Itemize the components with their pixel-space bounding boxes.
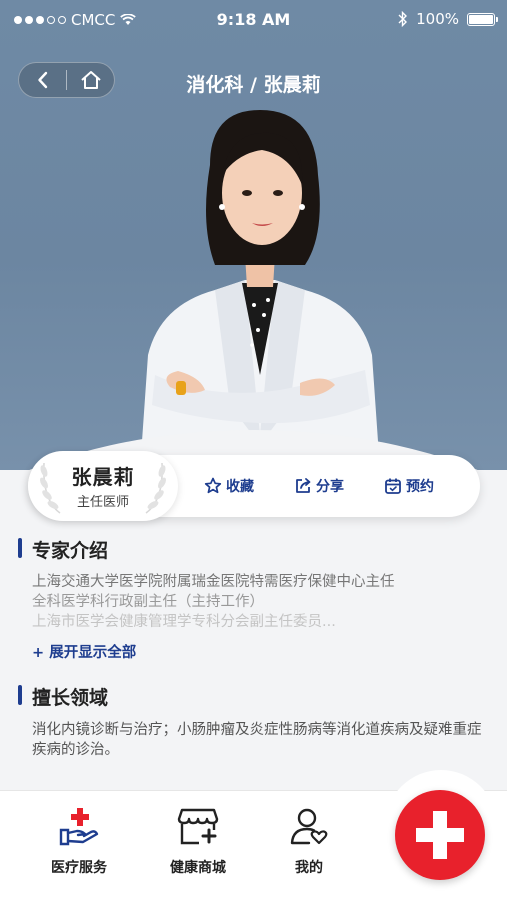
battery-icon bbox=[467, 12, 498, 26]
expand-all-link[interactable]: + 展开显示全部 bbox=[32, 641, 136, 662]
specialty-text: 消化内镜诊断与治疗；小肠肿瘤及炎症性肠病等消化道疾病及疑难重症疾病的诊治。 bbox=[32, 722, 482, 758]
medical-cross-icon bbox=[416, 811, 464, 859]
share-icon bbox=[296, 478, 311, 493]
intro-line: 全科医学科行政副主任（主持工作） bbox=[32, 594, 264, 610]
favorite-button[interactable]: 收藏 bbox=[204, 476, 254, 496]
tab-label: 我的 bbox=[295, 860, 323, 876]
battery-percent: 100% bbox=[416, 10, 459, 28]
page-title: 消化科 / 张晨莉 bbox=[186, 74, 321, 96]
intro-line: 上海市医学会健康管理学专科分会副主任委员... bbox=[32, 614, 336, 630]
specialty-heading: 擅长领域 bbox=[18, 683, 108, 710]
doctor-photo bbox=[140, 110, 380, 470]
profile-card: 张晨莉 主任医师 收藏 分享 预约 bbox=[28, 451, 480, 521]
star-icon bbox=[204, 477, 222, 494]
tab-label: 医疗服务 bbox=[51, 860, 107, 876]
status-right: 100% bbox=[398, 10, 498, 28]
tab-health-store[interactable]: 健康商城 bbox=[153, 805, 243, 877]
tab-medical-service[interactable]: 医疗服务 bbox=[34, 805, 124, 877]
intro-line: 上海交通大学医学院附属瑞金医院特需医疗保健中心主任 bbox=[32, 574, 395, 590]
doctor-badge: 张晨莉 主任医师 bbox=[28, 451, 178, 521]
appointment-label: 预约 bbox=[406, 479, 434, 495]
doctor-rank: 主任医师 bbox=[76, 495, 129, 510]
action-row: 收藏 分享 预约 bbox=[204, 455, 434, 517]
status-bar: CMCC 9:18 AM 100% bbox=[0, 0, 507, 40]
favorite-label: 收藏 bbox=[226, 479, 254, 495]
tab-my[interactable]: 我的 bbox=[264, 805, 354, 877]
emergency-button[interactable] bbox=[395, 790, 485, 880]
share-button[interactable]: 分享 bbox=[294, 476, 344, 496]
bluetooth-icon bbox=[398, 11, 408, 27]
share-label: 分享 bbox=[316, 479, 344, 495]
tab-label: 健康商城 bbox=[170, 860, 226, 876]
intro-text: 上海交通大学医学院附属瑞金医院特需医疗保健中心主任 全科医学科行政副主任（主持工… bbox=[32, 572, 482, 632]
user-icon bbox=[290, 808, 328, 845]
intro-heading: 专家介绍 bbox=[18, 536, 108, 563]
calendar-icon bbox=[385, 478, 401, 494]
medical-service-icon bbox=[59, 808, 99, 846]
health-store-icon bbox=[177, 808, 219, 845]
appointment-button[interactable]: 预约 bbox=[384, 476, 434, 496]
doctor-name: 张晨莉 bbox=[71, 465, 135, 489]
